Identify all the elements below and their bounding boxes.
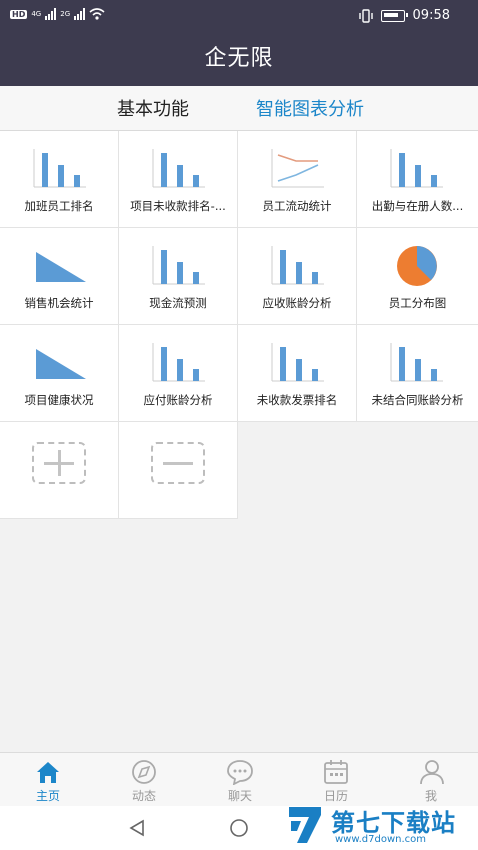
bottom-nav: 主页 动态 聊天 日历 我	[0, 752, 478, 807]
grid-item-label: 加班员工排名	[24, 199, 94, 213]
bar-chart-icon	[152, 246, 205, 285]
nav-label: 主页	[35, 789, 60, 803]
area-chart-icon	[36, 349, 86, 379]
bar-chart-icon	[271, 343, 324, 382]
nav-me[interactable]: 我	[384, 753, 478, 807]
grid-item-label: 员工分布图	[388, 296, 447, 310]
nav-calendar[interactable]: 日历	[288, 753, 384, 807]
grid-item-label: 项目健康状况	[24, 393, 94, 407]
status-bar: HD 4G 2G 09:58	[0, 0, 478, 32]
remove-chart-button[interactable]	[119, 422, 238, 519]
bar-chart-icon	[271, 246, 324, 285]
grid-item-staff-turnover[interactable]: 员工流动统计	[238, 131, 357, 228]
grid-item-open-contract-aging[interactable]: 未结合同账龄分析	[357, 325, 478, 422]
grid-item-staff-distribution[interactable]: 员工分布图	[357, 228, 478, 325]
grid-item-cashflow-forecast[interactable]: 现金流预测	[119, 228, 238, 325]
bar-chart-icon	[390, 149, 443, 188]
compass-icon	[132, 760, 156, 784]
watermark-text: 第七下载站	[331, 809, 456, 837]
bar-chart-icon	[390, 343, 443, 382]
home-icon	[37, 762, 59, 783]
grid-item-label: 员工流动统计	[262, 199, 332, 213]
calendar-icon	[324, 760, 348, 784]
home-circle-icon[interactable]	[228, 818, 250, 838]
grid-item-project-health[interactable]: 项目健康状况	[0, 325, 119, 422]
network-label-1: 4G	[31, 10, 42, 18]
grid-item-label: 现金流预测	[149, 296, 207, 310]
nav-chat[interactable]: 聊天	[192, 753, 288, 807]
battery-icon	[380, 9, 408, 22]
nav-feed[interactable]: 动态	[96, 753, 192, 807]
tab-basic-functions[interactable]: 基本功能	[117, 95, 189, 121]
wifi-icon	[89, 8, 105, 20]
grid-item-receivable-aging[interactable]: 应收账龄分析	[238, 228, 357, 325]
watermark-logo-icon	[289, 807, 321, 843]
watermark-url: www.d7down.com	[335, 834, 427, 845]
add-icon	[32, 442, 86, 484]
network-label-2: 2G	[60, 10, 71, 18]
grid-item-label: 应付账龄分析	[143, 393, 213, 407]
user-icon	[420, 760, 444, 785]
pie-chart-icon	[397, 246, 437, 286]
watermark: 第七下载站 www.d7down.com	[283, 801, 478, 850]
grid-item-overtime-ranking[interactable]: 加班员工排名	[0, 131, 119, 228]
bar-chart-icon	[152, 343, 205, 382]
grid-item-sales-opportunity[interactable]: 销售机会统计	[0, 228, 119, 325]
line-chart-icon	[271, 149, 324, 188]
page-title: 企无限	[204, 46, 274, 71]
grid-item-payable-aging[interactable]: 应付账龄分析	[119, 325, 238, 422]
grid-item-label: 出勤与在册人数...	[371, 199, 464, 213]
add-chart-button[interactable]	[0, 422, 119, 519]
grid-item-unpaid-invoice-ranking[interactable]: 未收款发票排名	[238, 325, 357, 422]
vibrate-icon	[358, 8, 373, 23]
bar-chart-icon	[33, 149, 86, 188]
grid-item-label: 未收款发票排名	[256, 393, 338, 407]
nav-label: 聊天	[227, 789, 252, 803]
grid-item-label: 未结合同账龄分析	[371, 393, 464, 407]
signal-icon-2	[74, 8, 86, 20]
clock: 09:58	[412, 8, 450, 23]
remove-icon	[151, 442, 205, 484]
hd-badge: HD	[10, 9, 28, 19]
signal-icon	[45, 8, 57, 20]
nav-label: 动态	[131, 789, 156, 803]
grid-item-label: 应收账龄分析	[262, 296, 332, 310]
back-icon[interactable]	[127, 818, 147, 838]
grid-item-attendance-headcount[interactable]: 出勤与在册人数...	[357, 131, 478, 228]
tab-bar: 基本功能 智能图表分析	[0, 86, 478, 131]
app-title-bar: 企无限	[0, 32, 478, 86]
tab-smart-chart-analysis[interactable]: 智能图表分析	[256, 95, 364, 121]
area-chart-icon	[36, 252, 86, 282]
grid-item-project-unpaid-ranking[interactable]: 项目未收款排名-...	[119, 131, 238, 228]
bar-chart-icon	[152, 149, 205, 188]
grid-item-label: 项目未收款排名-...	[130, 199, 226, 213]
chat-icon	[227, 760, 253, 785]
grid-item-label: 销售机会统计	[24, 296, 94, 310]
nav-home[interactable]: 主页	[0, 753, 96, 807]
